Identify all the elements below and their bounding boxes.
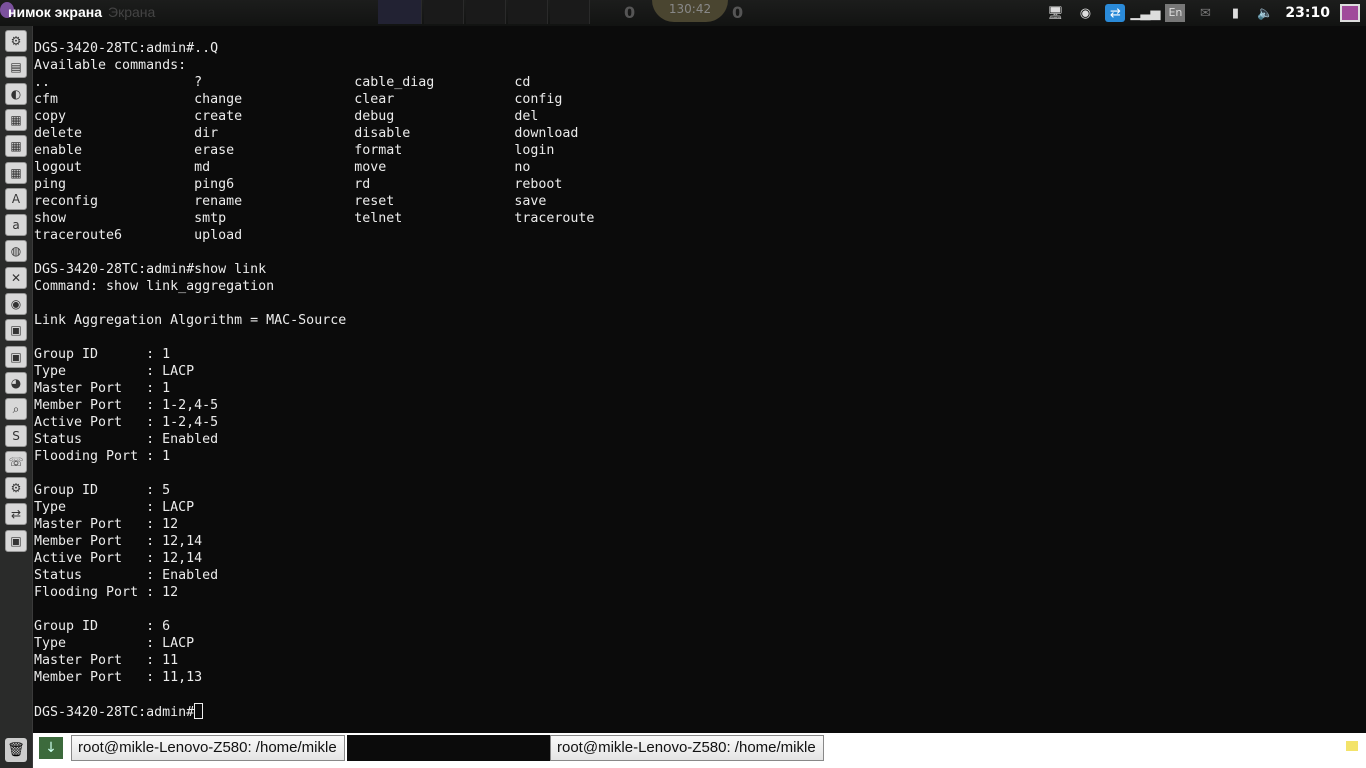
terminal-line: Type : LACP <box>34 636 195 651</box>
screenshot-icon[interactable]: ⌕ <box>5 398 27 421</box>
terminal-line: Type : LACP <box>34 500 195 515</box>
terminal-line: Status : Enabled <box>34 432 219 447</box>
terminal-line: logout md move no <box>34 160 531 175</box>
terminal-line: Master Port : 11 <box>34 653 179 668</box>
terminal-line: enable erase format login <box>34 143 555 158</box>
terminal-line: .. ? cable_diag cd <box>34 75 531 90</box>
camera-icon[interactable]: ◐ <box>5 82 27 105</box>
camera-app-icon[interactable]: ▣ <box>5 529 27 552</box>
terminal-line: DGS-3420-28TC:admin#show link <box>34 262 267 277</box>
terminal-line: Member Port : 12,14 <box>34 534 203 549</box>
terminal-line: cfm change clear config <box>34 92 563 107</box>
browser-icon[interactable]: ◍ <box>5 240 27 263</box>
terminal-line: Status : Enabled <box>34 568 219 583</box>
terminal-output[interactable]: DGS-3420-28TC:admin#..Q Available command… <box>34 40 1366 730</box>
teamviewer-icon[interactable]: ⇄ <box>5 503 27 526</box>
clock[interactable]: 23:10 <box>1285 5 1330 21</box>
battery-icon[interactable]: ▮ <box>1225 4 1245 22</box>
terminal-line: reconfig rename reset save <box>34 194 547 209</box>
trash-icon[interactable]: 🗑 <box>5 738 27 762</box>
window-title-ghost: Экрана <box>108 4 156 20</box>
skype-icon[interactable]: S <box>5 424 27 447</box>
launcher: ⚙ ▤ ◐ ▦ ▦ ▦ Aa ◍ ✕ ◉ ▣ ▣ ◕ ⌕ S ☏ ⚙ ⇄ ▣ <box>0 26 33 768</box>
window-title-text: нимок экрана <box>8 4 103 20</box>
taskbar-window-button[interactable]: root@mikle-Lenovo-Z580: /home/mikle <box>550 735 824 761</box>
amazon-icon[interactable]: a <box>5 214 27 237</box>
teamviewer-icon[interactable]: ⇄ <box>1105 4 1126 22</box>
app-icon-2[interactable]: ▣ <box>5 345 27 368</box>
steam-icon[interactable]: ⚙ <box>5 477 27 500</box>
terminal-cursor <box>194 703 204 719</box>
game-slot <box>550 0 590 24</box>
terminal-line: Group ID : 1 <box>34 347 171 362</box>
terminal-line: Link Aggregation Algorithm = MAC-Source <box>34 313 347 328</box>
game-slot <box>466 0 506 24</box>
terminal-line: copy create debug del <box>34 109 539 124</box>
terminal-line: traceroute6 upload <box>34 228 243 243</box>
chrome-icon[interactable]: ◉ <box>5 293 27 315</box>
terminal-line: Type : LACP <box>34 364 195 379</box>
terminal-prompt: DGS-3420-28TC:admin# <box>34 705 195 720</box>
tools-icon[interactable]: ✕ <box>5 266 27 289</box>
system-tray: 🖥 ◉ ⇄ ▁▃▅ En ✉ ▮ 🔈 23:10 <box>1045 0 1366 26</box>
terminal-line: Master Port : 1 <box>34 381 171 396</box>
files-icon[interactable]: ▤ <box>5 56 27 79</box>
terminal-line: Member Port : 1-2,4-5 <box>34 398 219 413</box>
window-title: нимок экрана Экрана <box>8 4 155 20</box>
network-display-icon[interactable]: 🖥 <box>1045 4 1065 22</box>
terminal-line: DGS-3420-28TC:admin#..Q <box>34 41 219 56</box>
thunderbird-icon[interactable]: ◕ <box>5 371 27 394</box>
keyboard-layout-indicator[interactable]: En <box>1165 4 1186 22</box>
presentation-icon[interactable]: ▦ <box>5 161 27 184</box>
terminal-line: Active Port : 12,14 <box>34 551 203 566</box>
volume-muted-icon[interactable]: 🔈 <box>1255 4 1275 22</box>
terminal-line: show smtp telnet traceroute <box>34 211 595 226</box>
terminal-line: Master Port : 12 <box>34 517 179 532</box>
terminal-line: Flooding Port : 1 <box>34 449 171 464</box>
terminal-line: Available commands: <box>34 58 187 73</box>
signal-icon[interactable]: ▁▃▅ <box>1130 4 1160 22</box>
terminal-line: Group ID : 6 <box>34 619 171 634</box>
spreadsheet-icon[interactable]: ▦ <box>5 135 27 158</box>
game-timer: 130:42 <box>652 0 728 22</box>
app-icon[interactable]: ▣ <box>5 319 27 342</box>
score-right: 0 <box>732 3 744 22</box>
document-icon[interactable]: ▦ <box>5 108 27 131</box>
top-panel: нимок экрана Экрана 0 130:42 0 🖥 ◉ ⇄ ▁▃▅ … <box>0 0 1366 26</box>
taskbar-window-preview <box>347 735 550 761</box>
terminal-line: ping ping6 rd reboot <box>34 177 563 192</box>
system-settings-icon[interactable]: ⚙ <box>5 30 27 52</box>
session-menu-icon[interactable] <box>1340 4 1360 22</box>
mail-icon[interactable]: ✉ <box>1195 4 1215 22</box>
terminal-line: Group ID : 5 <box>34 483 171 498</box>
game-slot <box>508 0 548 24</box>
viber-icon[interactable]: ☏ <box>5 450 27 473</box>
show-desktop-icon[interactable]: ↓ <box>39 737 63 759</box>
terminal-line: delete dir disable download <box>34 126 579 141</box>
terminal-line: Command: show link_aggregation <box>34 279 275 294</box>
steam-icon[interactable]: ◉ <box>1075 4 1095 22</box>
score-left: 0 <box>624 3 636 22</box>
game-slot <box>424 0 464 24</box>
software-center-icon[interactable]: A <box>5 187 27 210</box>
terminal-prompt-line[interactable]: DGS-3420-28TC:admin# <box>34 703 1366 721</box>
bottom-taskbar: ↓ root@mikle-Lenovo-Z580: /home/mikle ro… <box>33 733 1366 768</box>
game-avatar <box>378 0 422 24</box>
terminal-line: Flooding Port : 12 <box>34 585 179 600</box>
taskbar-window-button[interactable]: root@mikle-Lenovo-Z580: /home/mikle <box>71 735 345 761</box>
terminal-line: Active Port : 1-2,4-5 <box>34 415 219 430</box>
notes-icon[interactable] <box>1346 741 1358 751</box>
terminal-line: Member Port : 11,13 <box>34 670 203 685</box>
